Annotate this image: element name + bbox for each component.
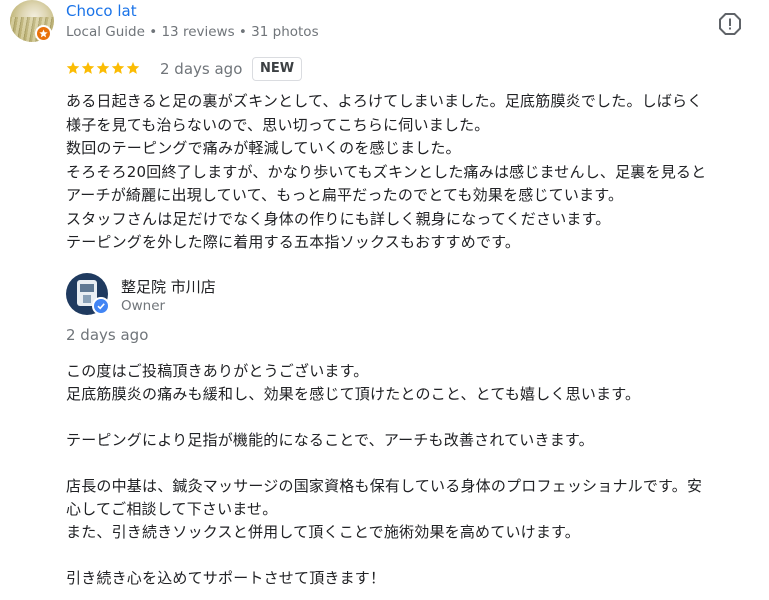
reviewer-meta: Local Guide • 13 reviews • 31 photos: [66, 24, 319, 40]
review-text-line: アーチが綺麗に出現していて、もっと扁平だったのでとても効果を感じています。: [66, 186, 624, 204]
star-icon: [111, 61, 125, 74]
reply-date: 2 days ago: [66, 326, 149, 344]
star-icon: [126, 61, 140, 74]
star-rating: [66, 61, 140, 75]
star-icon: [66, 61, 80, 74]
reply-text-line: [66, 406, 756, 429]
reply-text-line: 足底筋膜炎の痛みも緩和し、効果を感じて頂けたとのこと、とても嬉しく思います。: [66, 385, 641, 403]
new-badge: NEW: [252, 57, 303, 81]
review-text: ある日起きると足の裏がズキンとして、よろけてしまいました。足底筋膜炎でした。しば…: [66, 90, 756, 255]
star-icon: [96, 61, 110, 74]
verified-check-icon: [92, 297, 110, 315]
reviewer-name[interactable]: Choco lat: [66, 2, 137, 20]
owner-role: Owner: [121, 298, 166, 314]
reply-text-line: 引き続き心を込めてサポートさせて頂きます！: [66, 569, 386, 587]
check-icon: [97, 303, 105, 310]
reply-text-line: 心してご相談して下さいませ。: [66, 500, 278, 518]
reply-text-line: また、引き続きソックスと併用して頂くことで施術効果を高めていけます。: [66, 523, 580, 541]
local-guide-badge-icon: [35, 25, 52, 42]
review-text-line: スタッフさんは足だけでなく身体の作りにも詳しく親身になってくださいます。: [66, 209, 611, 228]
reply-text-line: [66, 452, 756, 475]
review-text-line: 数回のテーピングで痛みが軽減していくのを感じました。: [66, 139, 461, 157]
review-text-line: テーピングを外した際に着用する五本指ソックスもおすすめです。: [66, 233, 521, 251]
owner-reply-text: この度はご投稿頂きありがとうございます。 足底筋膜炎の痛みも緩和し、効果を感じて…: [66, 360, 756, 590]
owner-name: 整足院 市川店: [121, 278, 216, 296]
review-text-line: 様子を見ても治らないので、思い切ってこちらに伺いました。: [66, 115, 490, 134]
report-flag-icon[interactable]: [718, 12, 742, 36]
review-text-line: そろそろ20回終了しますが、かなり歩いてもズキンとした痛みは感じませんし、足裏を…: [66, 162, 707, 181]
reply-text-line: この度はご投稿頂きありがとうございます。: [66, 362, 369, 380]
star-icon: [81, 61, 95, 74]
review-date: 2 days ago: [160, 60, 243, 78]
review-text-line: ある日起きると足の裏がズキンとして、よろけてしまいました。足底筋膜炎でした。しば…: [66, 92, 703, 110]
reply-text-line: [66, 544, 756, 567]
guide-star-icon: [39, 29, 48, 38]
reply-text-line: 店長の中基は、鍼灸マッサージの国家資格も保有している身体のプロフェッショナルです…: [66, 477, 703, 495]
reply-text-line: テーピングにより足指が機能的になることで、アーチも改善されていきます。: [66, 431, 594, 449]
